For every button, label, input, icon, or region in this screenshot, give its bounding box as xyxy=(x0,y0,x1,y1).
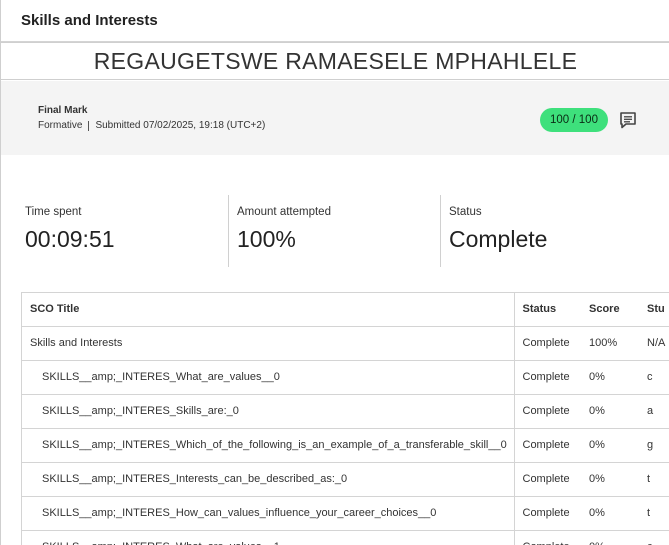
table-header-row: SCO Title Status Score Stu xyxy=(22,293,669,327)
score-value: 100 / 100 xyxy=(550,114,598,126)
column-header-score[interactable]: Score xyxy=(581,293,639,327)
table-row[interactable]: SKILLS__amp;_INTERES_How_can_values_infl… xyxy=(22,496,669,531)
status-label: Status xyxy=(449,206,482,218)
student-response-cell: c xyxy=(639,360,669,395)
sco-table-container[interactable]: SCO Title Status Score Stu Skills and In… xyxy=(21,292,669,545)
sco-title-cell: SKILLS__amp;_INTERES_Skills_are:_0 xyxy=(22,394,514,429)
score-cell: 0% xyxy=(581,462,639,497)
status-cell: Complete xyxy=(513,428,581,463)
status-cell: Complete xyxy=(513,360,581,395)
table-row[interactable]: SKILLS__amp;_INTERES_Skills_are:_0 Compl… xyxy=(22,394,669,429)
table-row[interactable]: Skills and Interests Complete 100% N/A xyxy=(22,326,669,361)
score-cell: 0% xyxy=(581,394,639,429)
status-cell: Complete xyxy=(513,530,581,545)
status-cell: Complete xyxy=(513,394,581,429)
table-row[interactable]: SKILLS__amp;_INTERES_Which_of_the_follow… xyxy=(22,428,669,463)
student-name-bar: REGAUGETSWE RAMAESELE MPHAHLELE xyxy=(1,42,669,80)
score-cell: 0% xyxy=(581,496,639,531)
amount-attempted-label: Amount attempted xyxy=(237,206,331,218)
sco-title-cell: Skills and Interests xyxy=(22,326,514,361)
comment-icon xyxy=(620,112,636,129)
sco-title-cell: SKILLS__amp;_INTERES_Interests_can_be_de… xyxy=(22,462,514,497)
time-spent-stat: Time spent 00:09:51 xyxy=(25,195,225,267)
status-cell: Complete xyxy=(513,496,581,531)
grade-panel: Final Mark Formative Submitted 07/02/202… xyxy=(1,81,669,155)
column-header-student[interactable]: Stu xyxy=(639,293,669,327)
table-row[interactable]: SKILLS__amp;_INTERES_What_are_values__0 … xyxy=(22,360,669,395)
time-spent-value: 00:09:51 xyxy=(25,226,115,252)
sco-title-cell: SKILLS__amp;_INTERES_What_are_values__0 xyxy=(22,360,514,395)
student-response-cell: g xyxy=(639,428,669,463)
sco-title-cell: SKILLS__amp;_INTERES_What_are_values__1 xyxy=(22,530,514,545)
time-spent-label: Time spent xyxy=(25,206,82,218)
status-cell: Complete xyxy=(513,462,581,497)
submitted-date: Submitted 07/02/2025, 19:18 (UTC+2) xyxy=(95,120,266,131)
student-response-cell: t xyxy=(639,496,669,531)
page-header: Skills and Interests xyxy=(1,0,669,42)
student-response-cell: N/A xyxy=(639,326,669,361)
final-mark-label: Final Mark xyxy=(38,105,88,116)
grade-meta: Formative Submitted 07/02/2025, 19:18 (U… xyxy=(38,120,265,131)
student-name: REGAUGETSWE RAMAESELE MPHAHLELE xyxy=(93,47,578,74)
sco-table: SCO Title Status Score Stu Skills and In… xyxy=(22,293,669,545)
amount-attempted-value: 100% xyxy=(237,226,296,252)
student-response-cell: a xyxy=(639,394,669,429)
page-title: Skills and Interests xyxy=(21,12,158,29)
score-cell: 0% xyxy=(581,530,639,545)
column-header-status[interactable]: Status xyxy=(513,293,581,327)
student-response-cell: t xyxy=(639,462,669,497)
score-cell: 100% xyxy=(581,326,639,361)
divider xyxy=(88,120,90,131)
status-value: Complete xyxy=(449,226,548,252)
status-stat: Status Complete xyxy=(449,195,649,267)
status-cell: Complete xyxy=(513,326,581,361)
amount-attempted-stat: Amount attempted 100% xyxy=(237,195,437,267)
stat-divider xyxy=(228,195,229,267)
attempt-stats: Time spent 00:09:51 Amount attempted 100… xyxy=(1,195,669,267)
score-badge: 100 / 100 xyxy=(540,108,608,132)
student-response-cell: c xyxy=(639,530,669,545)
column-header-sco-title[interactable]: SCO Title xyxy=(22,293,514,327)
score-cell: 0% xyxy=(581,360,639,395)
score-cell: 0% xyxy=(581,428,639,463)
table-row[interactable]: SKILLS__amp;_INTERES_Interests_can_be_de… xyxy=(22,462,669,497)
sco-title-cell: SKILLS__amp;_INTERES_How_can_values_infl… xyxy=(22,496,514,531)
sco-title-cell: SKILLS__amp;_INTERES_Which_of_the_follow… xyxy=(22,428,514,463)
assessment-type: Formative xyxy=(38,120,83,131)
stat-divider xyxy=(440,195,441,267)
table-row[interactable]: SKILLS__amp;_INTERES_What_are_values__1 … xyxy=(22,530,669,545)
comment-button[interactable] xyxy=(618,110,638,130)
sco-report-panel: Skills and Interests REGAUGETSWE RAMAESE… xyxy=(0,0,669,545)
